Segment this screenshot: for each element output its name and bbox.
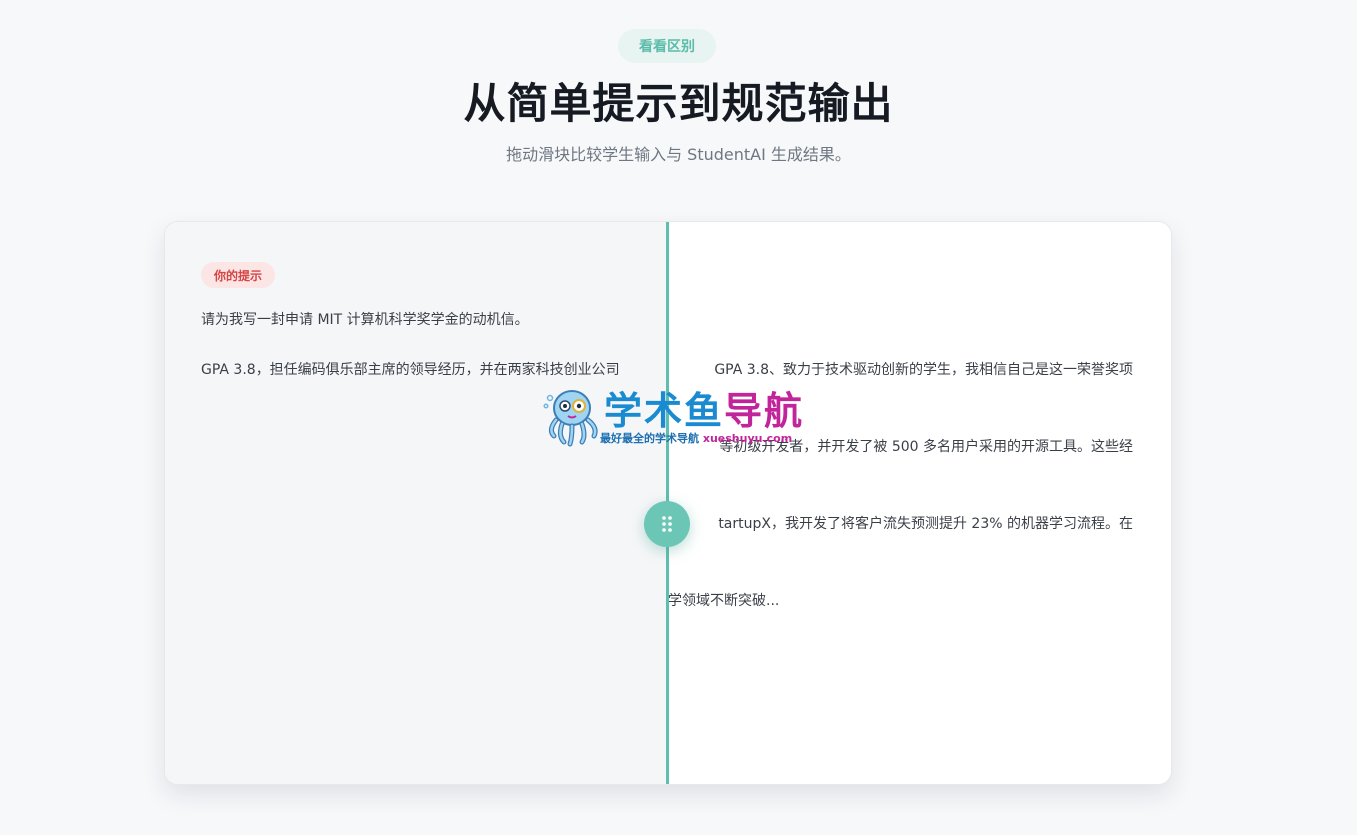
prompt-text-line: GPA 3.8，担任编码俱乐部主席的领导经历，并在两家科技创业公司 — [201, 362, 620, 378]
watermark-title-part1: 学术鱼 — [604, 389, 725, 433]
watermark-url: xueshuyu.com — [702, 432, 793, 445]
slider-handle[interactable] — [644, 501, 690, 547]
comparison-slider[interactable]: GPA 3.8、致力于技术驱动创新的学生，我相信自己是这一荣誉奖项 等初级开发者… — [164, 221, 1172, 785]
watermark-overlay: 学术鱼导航 最好最全的学术导航 xueshuyu.com — [542, 384, 822, 450]
student-prompt-pane: 你的提示 请为我写一封申请 MIT 计算机科学奖学金的动机信。 GPA 3.8，… — [165, 222, 667, 784]
prompt-tag: 你的提示 — [201, 262, 276, 288]
watermark-tagline: 最好最全的学术导航 xueshuyu.com — [600, 432, 792, 446]
section-title: 从简单提示到规范输出 — [463, 79, 894, 128]
grip-dots-icon — [662, 516, 672, 532]
output-text-line: tartupX，我开发了将客户流失预测提升 23% 的机器学习流程。在 — [718, 516, 1133, 532]
watermark-title-part2: 导航 — [724, 389, 805, 433]
section-subtitle: 拖动滑块比较学生输入与 StudentAI 生成结果。 — [506, 145, 851, 164]
watermark-title: 学术鱼导航 — [604, 388, 804, 434]
page: 看看区别 从简单提示到规范输出 拖动滑块比较学生输入与 StudentAI 生成… — [0, 0, 1357, 835]
section-eyebrow-badge: 看看区别 — [618, 29, 716, 63]
output-text-line: GPA 3.8、致力于技术驱动创新的学生，我相信自己是这一荣誉奖项 — [714, 362, 1133, 378]
watermark-tagline-text: 最好最全的学术导航 — [600, 432, 699, 445]
octopus-mascot-icon — [543, 390, 598, 447]
output-text-line: 学领域不断突破... — [668, 593, 780, 609]
prompt-text-line: 请为我写一封申请 MIT 计算机科学奖学金的动机信。 — [201, 312, 529, 328]
